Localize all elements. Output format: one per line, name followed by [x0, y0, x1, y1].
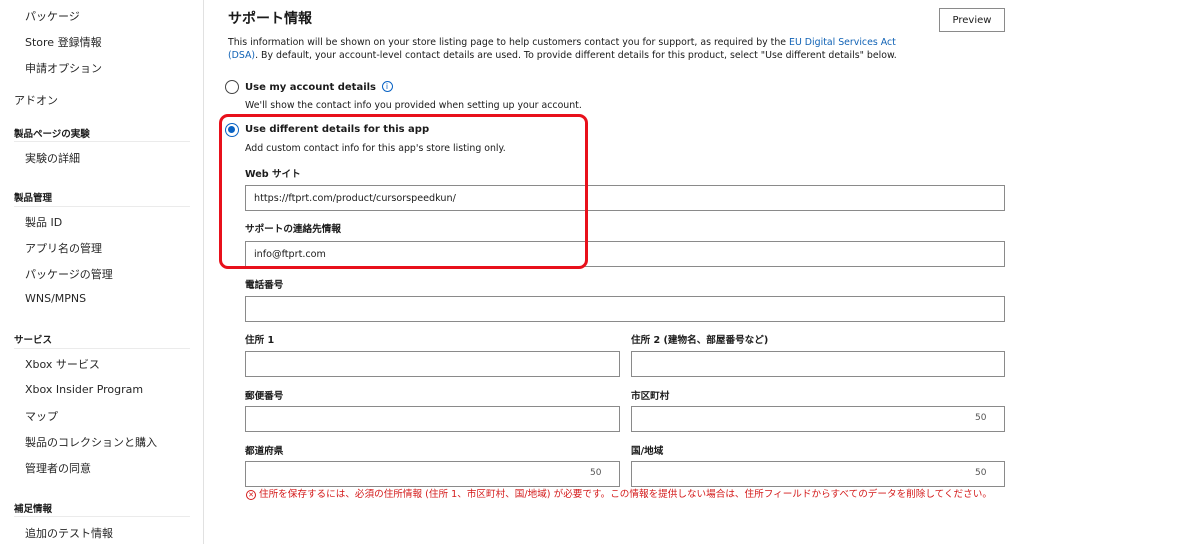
use-account-details-text: Use my account details: [245, 82, 377, 93]
section-description: This information will be shown on your s…: [228, 36, 928, 62]
sidebar-divider: [14, 516, 190, 517]
city-label: 市区町村: [631, 391, 670, 402]
country-char-counter: 50: [975, 468, 987, 478]
city-char-counter: 50: [975, 413, 987, 423]
sidebar-heading-experiments: 製品ページの実験: [14, 129, 90, 140]
description-text-end: . By default, your account-level contact…: [255, 50, 897, 61]
address1-label: 住所 1: [245, 335, 275, 346]
country-input[interactable]: [631, 461, 1005, 487]
description-text: This information will be shown on your s…: [228, 37, 790, 48]
city-input[interactable]: [631, 406, 1005, 432]
use-account-details-hint: We'll show the contact info you provided…: [245, 100, 582, 111]
sidebar-item-collections-purchases[interactable]: 製品のコレクションと購入: [25, 434, 157, 450]
address2-label: 住所 2 (建物名、部屋番号など): [631, 335, 769, 346]
sidebar-item-store-listing[interactable]: Store 登録情報: [25, 34, 102, 50]
sidebar-item-maps[interactable]: マップ: [25, 408, 58, 424]
sidebar: パッケージ Store 登録情報 申請オプション アドオン 製品ページの実験 実…: [0, 0, 204, 544]
website-input[interactable]: [245, 185, 1005, 211]
phone-input[interactable]: [245, 296, 1005, 322]
sidebar-item-addons[interactable]: アドオン: [14, 92, 58, 108]
address1-input[interactable]: [245, 351, 620, 377]
use-different-details-hint: Add custom contact info for this app's s…: [245, 143, 506, 154]
sidebar-heading-supplemental: 補足情報: [14, 504, 53, 515]
address-error-text: 住所を保存するには、必須の住所情報 (住所 1、市区町村、国/地域) が必要です…: [259, 489, 992, 500]
country-label: 国/地域: [631, 446, 664, 457]
prefecture-input[interactable]: [245, 461, 620, 487]
website-label: Web サイト: [245, 169, 301, 180]
prefecture-char-counter: 50: [590, 468, 602, 478]
sidebar-item-additional-testing-info[interactable]: 追加のテスト情報: [25, 525, 113, 541]
postal-code-label: 郵便番号: [245, 391, 284, 402]
sidebar-item-xbox-insider[interactable]: Xbox Insider Program: [25, 383, 143, 396]
sidebar-item-package-management[interactable]: パッケージの管理: [25, 266, 113, 282]
info-icon[interactable]: i: [381, 81, 393, 92]
use-different-details-label[interactable]: Use different details for this app: [245, 124, 429, 135]
sidebar-divider: [14, 206, 190, 207]
sidebar-item-admin-consent[interactable]: 管理者の同意: [25, 460, 91, 476]
sidebar-divider: [14, 348, 190, 349]
sidebar-item-xbox-services[interactable]: Xbox サービス: [25, 356, 100, 372]
sidebar-item-wns-mpns[interactable]: WNS/MPNS: [25, 292, 86, 305]
prefecture-label: 都道府県: [245, 446, 284, 457]
use-different-details-radio[interactable]: [225, 123, 239, 137]
sidebar-item-product-id[interactable]: 製品 ID: [25, 214, 62, 230]
use-account-details-radio[interactable]: [225, 80, 239, 94]
support-info-section: サポート情報 Preview This information will be …: [219, 0, 1008, 544]
support-contact-label: サポートの連絡先情報: [245, 224, 341, 235]
use-account-details-label[interactable]: Use my account details i: [245, 81, 393, 93]
sidebar-heading-product-management: 製品管理: [14, 193, 53, 204]
phone-label: 電話番号: [245, 280, 284, 291]
address2-input[interactable]: [631, 351, 1005, 377]
sidebar-item-submission-options[interactable]: 申請オプション: [25, 60, 102, 76]
preview-button[interactable]: Preview: [939, 8, 1005, 32]
address-error-message: ✕ 住所を保存するには、必須の住所情報 (住所 1、市区町村、国/地域) が必要で…: [246, 489, 1006, 501]
sidebar-divider: [14, 141, 190, 142]
sidebar-heading-services: サービス: [14, 335, 53, 346]
sidebar-item-packages[interactable]: パッケージ: [25, 8, 80, 24]
support-contact-input[interactable]: [245, 241, 1005, 267]
sidebar-item-app-names[interactable]: アプリ名の管理: [25, 240, 102, 256]
page-title: サポート情報: [228, 11, 312, 27]
error-circle-icon: ✕: [246, 490, 256, 500]
postal-code-input[interactable]: [245, 406, 620, 432]
sidebar-item-experiment-details[interactable]: 実験の詳細: [25, 150, 80, 166]
